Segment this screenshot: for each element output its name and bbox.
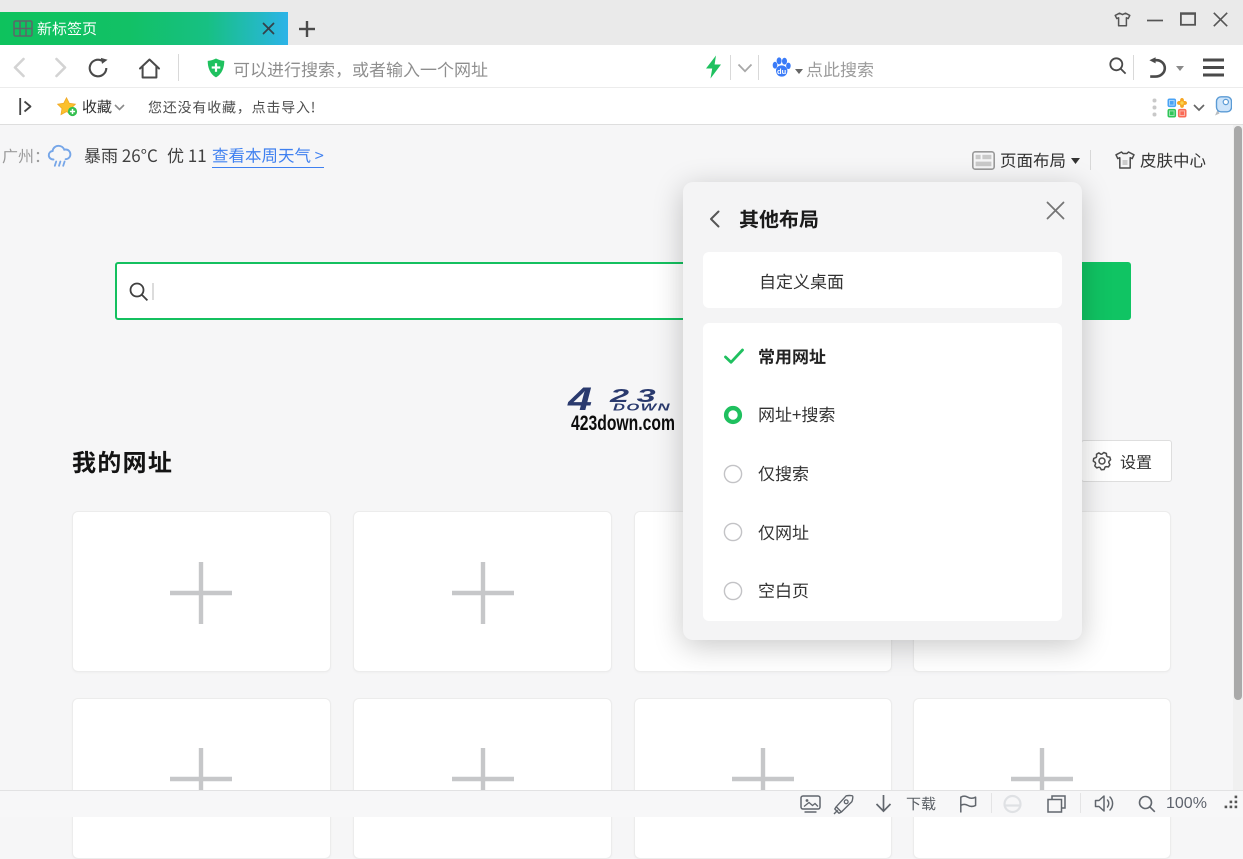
svg-text:du: du — [777, 67, 787, 76]
